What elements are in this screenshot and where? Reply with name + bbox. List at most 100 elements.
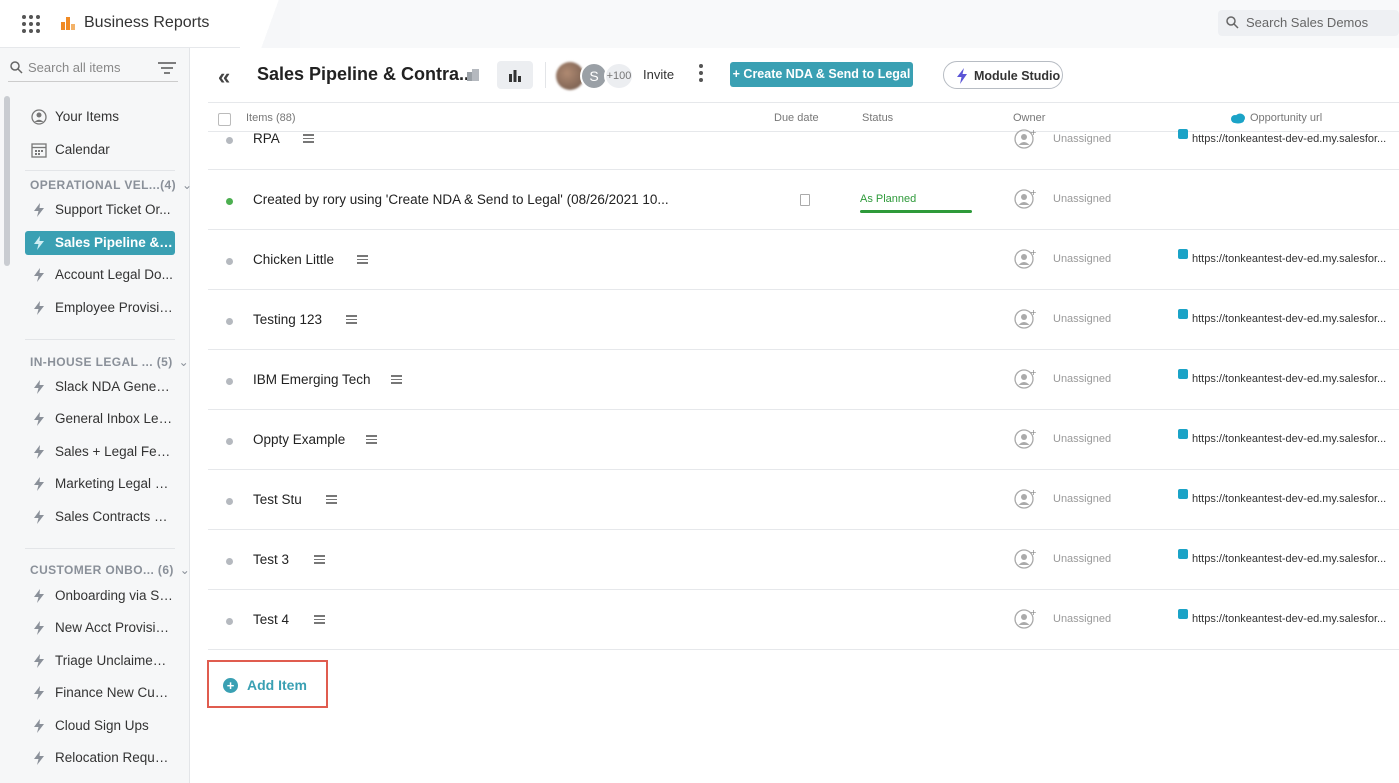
select-all-checkbox[interactable] <box>218 113 231 126</box>
table-row[interactable]: IBM Emerging Tech + Unassigned https://t… <box>208 350 1399 410</box>
assign-owner-icon[interactable]: + <box>1014 608 1036 630</box>
sidebar-item-module[interactable]: New Acct Provisio... <box>25 616 175 640</box>
document-icon[interactable] <box>800 194 810 206</box>
column-header-owner[interactable]: Owner <box>1013 112 1045 124</box>
item-name[interactable]: Chicken Little <box>253 252 334 267</box>
board-title[interactable]: Sales Pipeline & Contra... <box>257 64 474 85</box>
opportunity-url-link[interactable]: https://tonkeantest-dev-ed.my.salesfor..… <box>1192 433 1398 445</box>
opportunity-url-link[interactable]: https://tonkeantest-dev-ed.my.salesfor..… <box>1192 313 1398 325</box>
item-name[interactable]: Test 3 <box>253 552 289 567</box>
sidebar-item-label: Cloud Sign Ups <box>55 718 149 733</box>
item-name[interactable]: RPA <box>253 131 280 146</box>
assign-owner-icon[interactable]: + <box>1014 548 1036 570</box>
owner-value: Unassigned <box>1053 193 1112 205</box>
table-row[interactable]: Test 3 + Unassigned https://tonkeantest-… <box>208 530 1399 590</box>
apps-grid-icon[interactable] <box>22 15 40 33</box>
description-icon[interactable] <box>366 435 377 444</box>
svg-text:+: + <box>1030 188 1036 197</box>
sidebar-item-module[interactable]: Onboarding via Sl... <box>25 584 175 608</box>
sidebar-group-header[interactable]: CUSTOMER ONBO... (6) ⌄ <box>30 563 190 577</box>
item-name[interactable]: IBM Emerging Tech <box>253 372 371 387</box>
assign-owner-icon[interactable]: + <box>1014 188 1036 210</box>
assign-owner-icon[interactable]: + <box>1014 488 1036 510</box>
item-name[interactable]: Test 4 <box>253 612 289 627</box>
column-header-due-date[interactable]: Due date <box>774 112 819 124</box>
opportunity-url-link[interactable]: https://tonkeantest-dev-ed.my.salesfor..… <box>1192 613 1398 625</box>
sidebar-item-module[interactable]: Slack NDA Genera... <box>25 375 175 399</box>
description-icon[interactable] <box>391 375 402 384</box>
sidebar-item-module[interactable]: Marketing Legal R... <box>25 472 175 496</box>
description-icon[interactable] <box>346 315 357 324</box>
assign-owner-icon[interactable]: + <box>1014 308 1036 330</box>
table-row[interactable]: RPA + Unassigned https://tonkeantest-dev… <box>208 128 1399 170</box>
item-name[interactable]: Created by rory using 'Create NDA & Send… <box>253 192 669 207</box>
status-value[interactable]: As Planned <box>860 193 916 205</box>
assign-owner-icon[interactable]: + <box>1014 128 1036 150</box>
sidebar-item-module[interactable]: Finance New Cust... <box>25 681 175 705</box>
sidebar-group-header[interactable]: IN-HOUSE LEGAL ... (5) ⌄ <box>30 355 189 369</box>
table-row[interactable]: Chicken Little + Unassigned https://tonk… <box>208 230 1399 290</box>
sidebar-item-calendar[interactable]: Calendar <box>25 138 175 162</box>
more-members-badge[interactable]: +100 <box>604 62 634 90</box>
sidebar-group-header[interactable]: OPERATIONAL VEL...(4) ⌄ <box>30 178 192 192</box>
column-header-status[interactable]: Status <box>862 112 893 124</box>
sidebar-group-title: IN-HOUSE LEGAL ... (5) <box>30 355 173 369</box>
assign-owner-icon[interactable]: + <box>1014 248 1036 270</box>
lightning-icon <box>34 719 44 733</box>
collapse-sidebar-icon[interactable]: « <box>218 64 231 90</box>
assign-owner-icon[interactable]: + <box>1014 368 1036 390</box>
owner-value: Unassigned <box>1053 613 1112 625</box>
top-bar: Business Reports Search Sales Demos <box>0 0 1399 48</box>
table-row[interactable]: Testing 123 + Unassigned https://tonkean… <box>208 290 1399 350</box>
sidebar-item-module[interactable]: Sales + Legal Fee... <box>25 440 175 464</box>
sidebar-item-module[interactable]: Triage Unclaimed ... <box>25 649 175 673</box>
lightning-icon <box>34 301 44 315</box>
add-item-button[interactable]: + Add Item <box>207 660 328 708</box>
table-row[interactable]: Test 4 + Unassigned https://tonkeantest-… <box>208 590 1399 650</box>
sidebar-item-your-items[interactable]: Your Items <box>25 105 175 129</box>
lightning-icon <box>34 686 44 700</box>
description-icon[interactable] <box>357 255 368 264</box>
sidebar-item-module-active[interactable]: Sales Pipeline & ... <box>25 231 175 255</box>
sidebar-item-module[interactable]: Employee Provisio... <box>25 296 175 320</box>
opportunity-url-link[interactable]: https://tonkeantest-dev-ed.my.salesfor..… <box>1192 553 1398 565</box>
calendar-icon <box>31 143 47 158</box>
sidebar-item-module[interactable]: Support Ticket Or... <box>25 198 175 222</box>
table-row[interactable]: Test Stu + Unassigned https://tonkeantes… <box>208 470 1399 530</box>
sidebar-search-input[interactable]: Search all items <box>8 58 178 82</box>
create-nda-button[interactable]: + Create NDA & Send to Legal <box>730 62 913 87</box>
opportunity-url-link[interactable]: https://tonkeantest-dev-ed.my.salesfor..… <box>1192 133 1398 145</box>
sidebar-item-module[interactable]: Sales Contracts & ... <box>25 505 175 529</box>
column-header-opportunity-url[interactable]: Opportunity url <box>1230 112 1322 124</box>
more-options-icon[interactable] <box>698 64 704 84</box>
table-row[interactable]: Created by rory using 'Create NDA & Send… <box>208 170 1399 230</box>
sidebar-scrollbar[interactable] <box>4 96 10 266</box>
building-icon[interactable] <box>466 68 480 82</box>
top-search-input[interactable]: Search Sales Demos <box>1218 10 1399 36</box>
description-icon[interactable] <box>303 134 314 143</box>
sidebar-item-module[interactable]: Account Legal Do... <box>25 263 175 287</box>
item-name[interactable]: Testing 123 <box>253 312 322 327</box>
table-row[interactable]: Oppty Example + Unassigned https://tonke… <box>208 410 1399 470</box>
sidebar-item-module[interactable]: Relocation Reque... <box>25 746 175 770</box>
item-name[interactable]: Oppty Example <box>253 432 345 447</box>
opportunity-url-link[interactable]: https://tonkeantest-dev-ed.my.salesfor..… <box>1192 493 1398 505</box>
description-icon[interactable] <box>314 555 325 564</box>
column-header-items[interactable]: Items (88) <box>246 112 296 124</box>
sidebar-item-label: Support Ticket Or... <box>55 202 171 217</box>
sidebar-item-label: General Inbox Leg... <box>55 411 173 426</box>
opportunity-url-link[interactable]: https://tonkeantest-dev-ed.my.salesfor..… <box>1192 373 1398 385</box>
reports-chart-button[interactable] <box>497 61 533 89</box>
sidebar-item-module[interactable]: General Inbox Leg... <box>25 407 175 431</box>
description-icon[interactable] <box>326 495 337 504</box>
sidebar-item-module[interactable]: Cloud Sign Ups <box>25 714 175 738</box>
opportunity-url-link[interactable]: https://tonkeantest-dev-ed.my.salesfor..… <box>1192 253 1398 265</box>
item-name[interactable]: Test Stu <box>253 492 302 507</box>
invite-link[interactable]: Invite <box>643 67 674 82</box>
description-icon[interactable] <box>314 615 325 624</box>
filter-icon[interactable] <box>158 62 176 74</box>
sidebar-group-title: CUSTOMER ONBO... (6) <box>30 563 174 577</box>
assign-owner-icon[interactable]: + <box>1014 428 1036 450</box>
sidebar: Search all items Your Items Calendar OPE… <box>0 48 192 783</box>
module-studio-button[interactable]: Module Studio <box>943 61 1063 89</box>
